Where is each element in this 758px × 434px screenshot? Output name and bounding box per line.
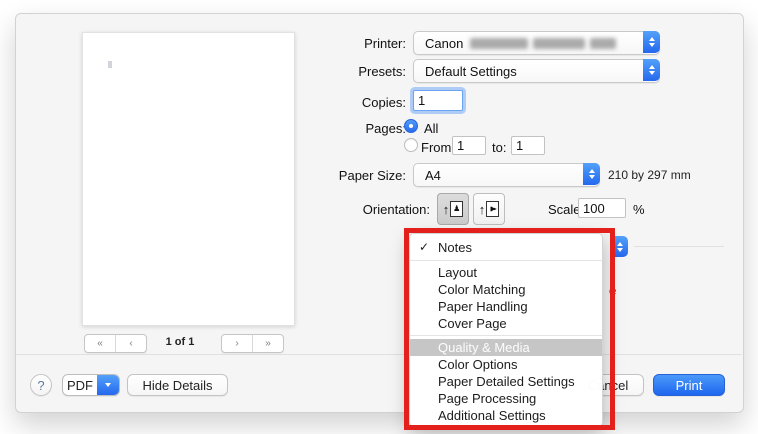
- presets-value: Default Settings: [414, 64, 517, 79]
- portrait-page-icon: ♟: [450, 201, 463, 217]
- pages-from-input[interactable]: 1: [452, 136, 486, 155]
- stepper-icon: [643, 59, 660, 81]
- printer-select[interactable]: Canon: [413, 31, 660, 55]
- paper-dimensions: 210 by 297 mm: [608, 168, 691, 182]
- menu-item-color-options[interactable]: Color Options: [410, 356, 602, 373]
- redacted-printer-name: [470, 38, 528, 49]
- pages-from-label: From:: [421, 140, 455, 155]
- page-nav-back-group: « ‹: [84, 334, 147, 353]
- stepper-icon: [643, 31, 660, 53]
- pages-from-value: 1: [457, 138, 464, 153]
- section-divider: [634, 246, 724, 247]
- pages-label: Pages:: [300, 121, 406, 136]
- copies-value: 1: [418, 93, 425, 108]
- pages-from-radio[interactable]: [404, 138, 418, 152]
- chevron-down-icon: [97, 375, 119, 395]
- footer-divider: [16, 354, 742, 355]
- pdf-label: PDF: [63, 375, 97, 395]
- presets-label: Presets:: [300, 64, 406, 79]
- up-arrow-icon: ↑: [443, 203, 450, 216]
- pages-all-radio[interactable]: [404, 119, 418, 133]
- menu-item-paper-handling[interactable]: Paper Handling: [410, 298, 602, 315]
- orientation-portrait-button[interactable]: ↑ ♟: [437, 193, 469, 225]
- panes-select-stepper-icon[interactable]: [611, 236, 628, 257]
- prev-page-icon: ‹: [129, 339, 132, 349]
- first-page-icon: «: [97, 339, 103, 349]
- pages-to-value: 1: [516, 138, 523, 153]
- scale-input[interactable]: 100: [578, 198, 626, 218]
- orientation-landscape-button[interactable]: ↑ ♟: [473, 193, 505, 225]
- paper-size-label: Paper Size:: [300, 168, 406, 183]
- page-indicator: 1 of 1: [146, 336, 214, 348]
- menu-item-cover-page[interactable]: Cover Page: [410, 315, 602, 332]
- copies-input[interactable]: 1: [413, 90, 463, 111]
- checkmark-icon: ✓: [419, 238, 429, 257]
- menu-item-layout[interactable]: Layout: [410, 264, 602, 281]
- scale-unit: %: [633, 202, 645, 217]
- redacted-printer-name: [533, 38, 585, 49]
- first-page-button[interactable]: «: [85, 335, 115, 352]
- printer-value: Canon: [425, 36, 463, 51]
- hide-details-label: Hide Details: [142, 378, 212, 393]
- preview-content-mark: [108, 61, 112, 68]
- menu-item-color-matching[interactable]: Color Matching: [410, 281, 602, 298]
- landscape-page-icon: ♟: [486, 201, 499, 217]
- print-label: Print: [676, 378, 703, 393]
- prev-page-button[interactable]: ‹: [115, 335, 146, 352]
- last-page-button[interactable]: »: [252, 335, 283, 352]
- last-page-icon: »: [265, 339, 271, 349]
- menu-item-additional-settings[interactable]: Additional Settings: [410, 407, 602, 424]
- menu-item-page-processing[interactable]: Page Processing: [410, 390, 602, 407]
- redacted-printer-name: [590, 38, 616, 49]
- hidden-pane-text-fragment: e: [609, 283, 616, 298]
- up-arrow-icon: ↑: [479, 203, 486, 216]
- paper-size-select[interactable]: A4: [413, 163, 600, 187]
- menu-item-notes[interactable]: ✓Notes: [410, 238, 602, 257]
- question-icon: ?: [37, 378, 44, 393]
- print-preview-page: [82, 32, 295, 326]
- menu-separator: [410, 260, 602, 261]
- pages-all-label: All: [424, 121, 438, 136]
- next-page-button[interactable]: ›: [222, 335, 252, 352]
- next-page-icon: ›: [235, 339, 238, 349]
- menu-separator: [410, 335, 602, 336]
- menu-item-quality-media[interactable]: Quality & Media: [410, 339, 602, 356]
- pdf-menu-button[interactable]: PDF: [62, 374, 120, 396]
- stepper-icon: [583, 163, 600, 185]
- pages-to-input[interactable]: 1: [511, 136, 545, 155]
- help-button[interactable]: ?: [30, 374, 52, 396]
- panes-dropdown-menu: ✓Notes Layout Color Matching Paper Handl…: [409, 233, 603, 427]
- paper-size-value: A4: [414, 168, 441, 183]
- printer-label: Printer:: [300, 36, 406, 51]
- orientation-label: Orientation:: [300, 202, 430, 217]
- print-button[interactable]: Print: [653, 374, 725, 396]
- pages-to-label: to:: [492, 140, 506, 155]
- menu-item-paper-detailed-settings[interactable]: Paper Detailed Settings: [410, 373, 602, 390]
- copies-label: Copies:: [300, 95, 406, 110]
- presets-select[interactable]: Default Settings: [413, 59, 660, 83]
- scale-value: 100: [583, 201, 605, 216]
- hide-details-button[interactable]: Hide Details: [127, 374, 228, 396]
- page-nav-forward-group: › »: [221, 334, 284, 353]
